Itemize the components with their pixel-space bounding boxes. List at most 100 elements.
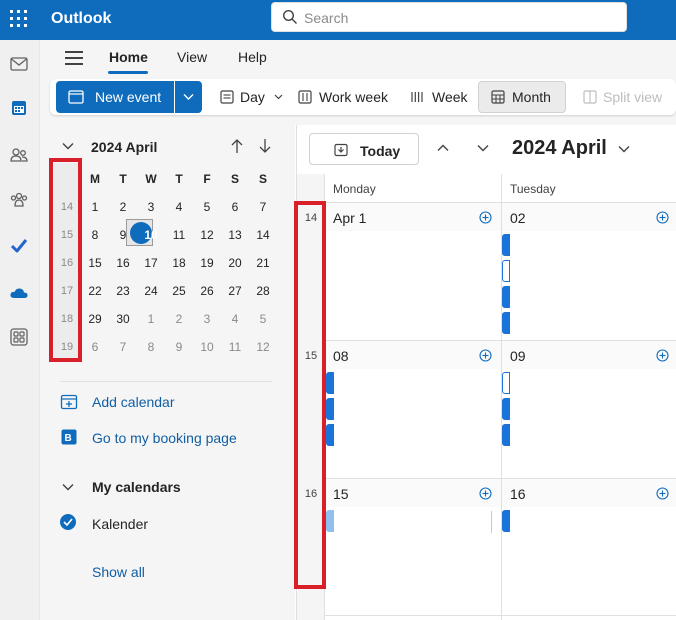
mini-day[interactable]: 8	[81, 221, 109, 249]
add-event-icon[interactable]	[479, 349, 492, 362]
tab-home[interactable]: Home	[109, 49, 148, 65]
mail-icon[interactable]	[9, 54, 29, 74]
mini-day-next-month[interactable]: 5	[249, 305, 277, 333]
new-event-dropdown-button[interactable]	[175, 81, 202, 113]
mini-day[interactable]: 13	[221, 221, 249, 249]
mini-day[interactable]: 25	[165, 277, 193, 305]
mini-day[interactable]: 19	[193, 249, 221, 277]
mini-day[interactable]: 30	[109, 305, 137, 333]
calendar-item-kalender[interactable]: Kalender	[92, 516, 148, 532]
mini-day[interactable]: 11	[165, 221, 193, 249]
more-apps-icon[interactable]	[9, 327, 29, 347]
calendar-event[interactable]	[502, 260, 510, 282]
calendar-event[interactable]	[502, 398, 510, 420]
mini-day-next-month[interactable]: 9	[165, 333, 193, 361]
mini-day-next-month[interactable]: 7	[109, 333, 137, 361]
mini-day[interactable]: 9	[109, 221, 137, 249]
app-launcher-icon[interactable]	[10, 10, 28, 28]
mini-day-next-month[interactable]: 11	[221, 333, 249, 361]
mini-day-next-month[interactable]: 1	[137, 305, 165, 333]
today-button[interactable]: Today	[309, 133, 419, 165]
mini-day-today[interactable]: 10	[137, 221, 165, 249]
day-number[interactable]: 02	[510, 210, 526, 226]
my-calendars-title[interactable]: My calendars	[92, 479, 181, 495]
mini-day-next-month[interactable]: 3	[193, 305, 221, 333]
month-title[interactable]: 2024 April	[512, 137, 607, 160]
people-icon[interactable]	[9, 145, 29, 165]
calendar-event[interactable]	[502, 312, 510, 334]
mini-day[interactable]: 7	[249, 193, 277, 221]
view-day-button[interactable]: Day	[210, 81, 288, 113]
hamburger-menu-icon[interactable]	[65, 51, 83, 65]
mini-day[interactable]: 2	[109, 193, 137, 221]
day-number[interactable]: 16	[510, 486, 526, 502]
day-number[interactable]: 08	[333, 348, 349, 364]
mini-day[interactable]: 3	[137, 193, 165, 221]
calendar-event[interactable]	[502, 372, 510, 394]
mini-day-next-month[interactable]: 2	[165, 305, 193, 333]
mini-day[interactable]: 4	[165, 193, 193, 221]
mini-day[interactable]: 22	[81, 277, 109, 305]
todo-icon[interactable]	[9, 236, 29, 256]
groups-icon[interactable]	[9, 190, 29, 210]
calendar-event[interactable]	[502, 510, 510, 532]
scrollbar-thumb[interactable]	[491, 511, 492, 533]
mini-day[interactable]: 1	[81, 193, 109, 221]
add-event-icon[interactable]	[479, 211, 492, 224]
arrow-down-icon[interactable]	[258, 138, 272, 154]
mini-day[interactable]: 15	[81, 249, 109, 277]
add-event-icon[interactable]	[479, 487, 492, 500]
view-workweek-button[interactable]: Work week	[290, 81, 394, 113]
collapse-chevron-icon[interactable]	[62, 483, 74, 491]
view-month-button[interactable]: Month	[478, 81, 566, 113]
checkmark-circle-icon[interactable]	[60, 514, 76, 530]
mini-day[interactable]: 29	[81, 305, 109, 333]
mini-day[interactable]: 14	[249, 221, 277, 249]
collapse-chevron-icon[interactable]	[62, 142, 74, 150]
add-event-icon[interactable]	[656, 487, 669, 500]
mini-day-next-month[interactable]: 12	[249, 333, 277, 361]
view-week-button[interactable]: Week	[402, 81, 478, 113]
onedrive-icon[interactable]	[9, 283, 29, 303]
day-number[interactable]: 15	[333, 486, 349, 502]
mini-day[interactable]: 12	[193, 221, 221, 249]
chevron-down-icon[interactable]	[477, 144, 489, 152]
calendar-event[interactable]	[502, 286, 510, 308]
mini-day[interactable]: 17	[137, 249, 165, 277]
view-split-button[interactable]: Split view	[575, 81, 669, 113]
mini-day[interactable]: 26	[193, 277, 221, 305]
mini-calendar-title[interactable]: 2024 April	[91, 139, 157, 155]
mini-day-next-month[interactable]: 10	[193, 333, 221, 361]
mini-day[interactable]: 28	[249, 277, 277, 305]
mini-day[interactable]: 6	[221, 193, 249, 221]
add-calendar-link[interactable]: Add calendar	[92, 394, 175, 410]
mini-day[interactable]: 27	[221, 277, 249, 305]
mini-day[interactable]: 20	[221, 249, 249, 277]
mini-day[interactable]: 24	[137, 277, 165, 305]
mini-day[interactable]: 16	[109, 249, 137, 277]
search-input[interactable]	[304, 8, 604, 28]
new-event-button[interactable]: New event	[56, 81, 174, 113]
add-event-icon[interactable]	[656, 349, 669, 362]
calendar-icon[interactable]	[9, 98, 29, 118]
chevron-down-icon[interactable]	[618, 145, 630, 153]
mini-day[interactable]: 18	[165, 249, 193, 277]
mini-day[interactable]: 21	[249, 249, 277, 277]
mini-day-next-month[interactable]: 6	[81, 333, 109, 361]
calendar-event[interactable]	[326, 372, 334, 394]
chevron-up-icon[interactable]	[437, 144, 449, 152]
show-all-link[interactable]: Show all	[92, 564, 145, 580]
mini-day[interactable]: 5	[193, 193, 221, 221]
mini-day[interactable]: 23	[109, 277, 137, 305]
day-number[interactable]: Apr 1	[333, 210, 366, 226]
calendar-event[interactable]	[502, 234, 510, 256]
day-number[interactable]: 09	[510, 348, 526, 364]
app-title[interactable]: Outlook	[51, 10, 111, 28]
mini-day-next-month[interactable]: 4	[221, 305, 249, 333]
add-event-icon[interactable]	[656, 211, 669, 224]
mini-day-next-month[interactable]: 8	[137, 333, 165, 361]
booking-page-link[interactable]: Go to my booking page	[92, 430, 237, 446]
calendar-event[interactable]	[326, 398, 334, 420]
calendar-event[interactable]	[326, 510, 334, 532]
calendar-event[interactable]	[326, 424, 334, 446]
